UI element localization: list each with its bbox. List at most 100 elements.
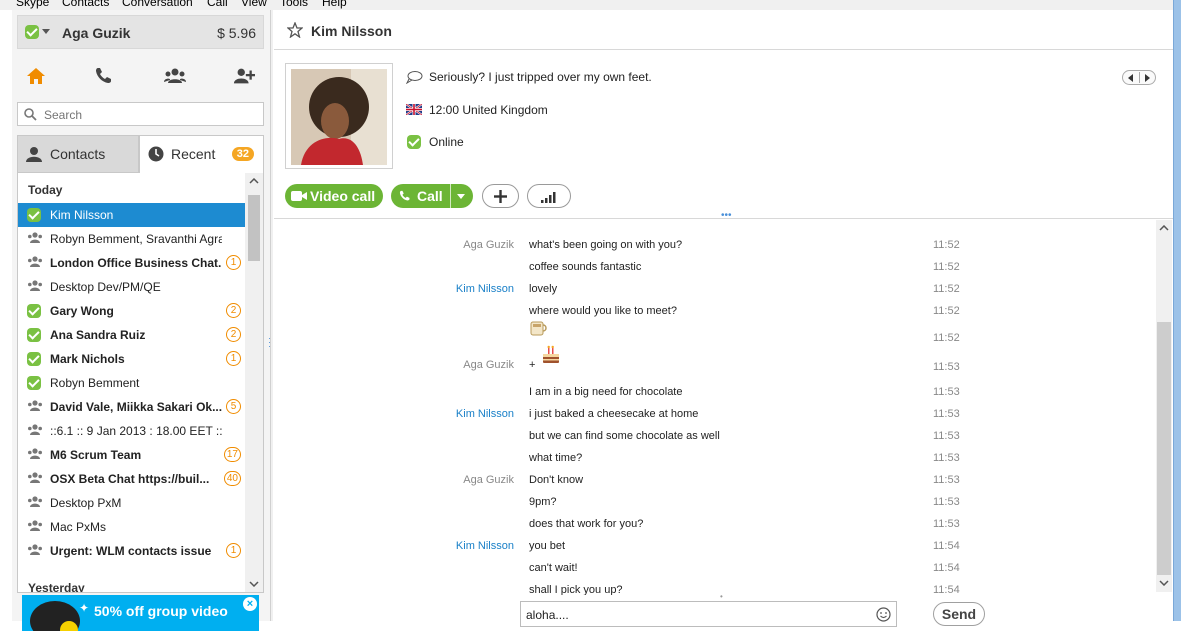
message-sender[interactable]: Aga Guzik [463,359,514,371]
scroll-down-icon[interactable] [1159,580,1169,586]
recent-item[interactable]: David Vale, Miikka Sakari Ok... 5 [18,395,246,419]
chevron-down-icon[interactable] [457,194,465,199]
menu-skype[interactable]: Skype [16,0,49,9]
menu-call[interactable]: Call [207,0,228,9]
promo-text: 50% off group video [94,603,228,619]
message-text: 9pm? [529,496,557,508]
menu-contacts[interactable]: Contacts [62,0,109,9]
message-time: 11:54 [933,562,960,574]
search-field[interactable] [17,102,264,126]
recent-item-label: Desktop PxM [50,496,122,510]
message-row: I am in a big need for chocolate 11:53 [274,382,1154,404]
emoticon-icon[interactable] [876,607,891,622]
message-sender[interactable]: Aga Guzik [463,239,514,251]
avatar [291,69,387,165]
chevron-down-icon[interactable] [42,29,50,35]
recent-item[interactable]: M6 Scrum Team 17 [18,443,246,467]
message-sender[interactable]: Kim Nilsson [456,408,514,420]
message-time: 11:52 [933,283,960,295]
scroll-up-icon[interactable] [1159,225,1169,231]
menu-conversation[interactable]: Conversation [122,0,193,9]
message-time: 11:52 [933,305,960,317]
recent-item[interactable]: London Office Business Chat... 1 [18,251,246,275]
messages-scrollbar[interactable] [1156,220,1172,592]
recent-item[interactable]: Robyn Bemment, Sravanthi Agrawal [18,227,246,251]
group-chat-icon [27,232,43,247]
add-contact-icon[interactable] [233,66,255,86]
message-time: 11:53 [933,386,960,398]
account-credit[interactable]: $ 5.96 [217,25,256,41]
recent-item[interactable]: Urgent: WLM contacts issue 1 [18,539,246,563]
recent-item-label: Robyn Bemment [50,376,140,390]
recent-item[interactable]: Mac PxMs [18,515,246,539]
message-time: 11:53 [933,474,960,486]
splitter-grip-icon[interactable]: · · · [268,334,271,351]
recent-item[interactable]: Kim Nilsson [18,203,246,227]
message-sender[interactable]: Aga Guzik [463,474,514,486]
recent-item-label: Urgent: WLM contacts issue [50,544,212,558]
profile-picture[interactable] [285,63,393,169]
call-divider [450,184,451,208]
home-icon[interactable] [25,66,47,86]
message-row: coffee sounds fantastic 11:52 [274,257,1154,279]
recent-item[interactable]: Ana Sandra Ruiz 2 [18,323,246,347]
menu-tools[interactable]: Tools [280,0,308,9]
tab-recent[interactable]: Recent 32 [139,135,264,173]
recent-item[interactable]: Desktop Dev/PM/QE [18,275,246,299]
mood-pager[interactable] [1122,70,1156,85]
call-button[interactable]: Call [391,184,473,208]
previous-icon[interactable] [1128,74,1134,82]
message-text: shall I pick you up? [529,584,623,595]
recent-item[interactable]: Desktop PxM [18,491,246,515]
recent-item[interactable]: Mark Nichols 1 [18,347,246,371]
list-scroll-thumb[interactable] [248,195,260,261]
recent-list: Today Kim Nilsson Robyn Bemment, Sravanth… [17,173,264,593]
unread-badge: 40 [223,471,241,486]
recent-item-label: ::6.1 :: 9 Jan 2013 : 18.00 EET :: htt..… [50,424,222,438]
person-icon [26,147,42,162]
compose-resize-handle[interactable]: • [720,592,723,601]
message-sender[interactable]: Kim Nilsson [456,540,514,552]
next-icon[interactable] [1145,74,1151,82]
unread-badge: 17 [223,447,241,462]
group-icon[interactable] [164,66,186,86]
recent-item[interactable]: Gary Wong 2 [18,299,246,323]
recent-item[interactable]: ::6.1 :: 9 Jan 2013 : 18.00 EET :: htt..… [18,419,246,443]
list-scrollbar[interactable] [245,173,263,592]
scroll-down-icon[interactable] [249,581,259,587]
account-bar[interactable]: Aga Guzik $ 5.96 [17,15,264,49]
menu-help[interactable]: Help [322,0,347,9]
send-button[interactable]: Send [933,602,985,626]
recent-item[interactable]: OSX Beta Chat https://buil... 40 [18,467,246,491]
scroll-up-icon[interactable] [249,178,259,184]
menu-view[interactable]: View [241,0,267,9]
message-time: 11:52 [933,261,960,273]
recent-item-label: Mac PxMs [50,520,107,534]
promo-close-icon[interactable]: × [243,597,257,611]
panel-splitter[interactable]: · · · [268,10,273,621]
video-call-button[interactable]: Video call [285,184,383,208]
call-quality-button[interactable] [527,184,571,208]
message-input[interactable] [526,606,856,624]
recent-item-label: Gary Wong [50,304,114,318]
compose-box[interactable] [520,601,897,627]
search-icon [24,108,37,121]
messages-scroll-thumb[interactable] [1157,322,1171,575]
promo-banner[interactable]: ✦ 50% off group video × [22,595,259,631]
message-time: 11:53 [933,452,960,464]
message-sender[interactable]: Kim Nilsson [456,283,514,295]
phone-icon[interactable] [93,66,115,86]
tab-contacts[interactable]: Contacts [17,135,139,173]
favorite-star-icon[interactable] [287,22,303,38]
online-status-icon[interactable] [25,25,39,39]
group-chat-icon [27,520,43,535]
recent-item-label: London Office Business Chat... [50,256,222,270]
search-input[interactable] [44,106,254,123]
add-button[interactable] [482,184,519,208]
recent-item[interactable]: Robyn Bemment [18,371,246,395]
message-row: Kim Nilsson i just baked a cheesecake at … [274,404,1154,426]
message-row: Aga Guzik +11:53 [274,345,1154,385]
message-row: what time? 11:53 [274,448,1154,470]
message-text: Don't know [529,474,584,486]
cake-emoticon [540,345,562,368]
